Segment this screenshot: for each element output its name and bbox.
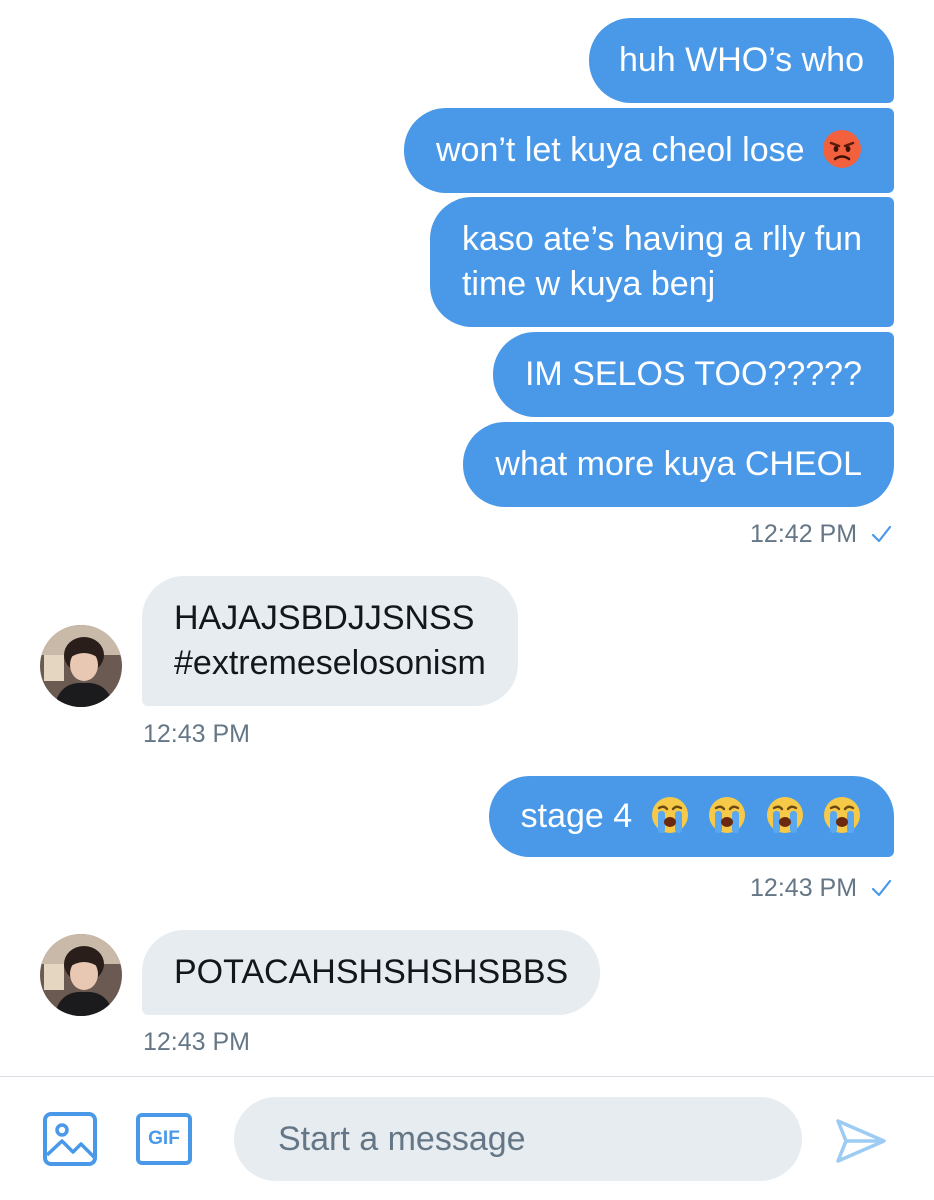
message-line: HAJAJSBDJJSNSS bbox=[174, 599, 475, 637]
loudly-crying-face-icon bbox=[766, 797, 803, 833]
avatar-photo-icon bbox=[40, 934, 122, 1016]
message-line: time w kuya benj bbox=[461, 265, 716, 303]
loudly-crying-face-icon bbox=[824, 797, 860, 833]
timestamp-text: 12:43 PM bbox=[750, 874, 858, 902]
loudly-crying-face-icon bbox=[709, 797, 746, 833]
message-timestamp: 12:43 PM bbox=[750, 874, 892, 903]
message-text: stage 4 bbox=[520, 797, 633, 835]
avatar[interactable] bbox=[40, 625, 122, 707]
outgoing-message[interactable]: what more kuya CHEOL bbox=[463, 422, 894, 507]
message-line: kaso ate’s having a rlly fun bbox=[461, 220, 862, 258]
send-icon[interactable] bbox=[832, 1115, 888, 1167]
outgoing-message[interactable]: won’t let kuya cheol lose bbox=[404, 108, 894, 193]
message-timestamp: 12:43 PM bbox=[143, 1028, 251, 1056]
pouting-face-icon bbox=[823, 130, 861, 168]
timestamp-text: 12:42 PM bbox=[750, 520, 858, 548]
message-timestamp: 12:43 PM bbox=[143, 720, 251, 748]
read-check-icon bbox=[871, 525, 892, 543]
outgoing-message[interactable]: IM SELOS TOO????? bbox=[492, 332, 894, 417]
gif-label: GIF bbox=[148, 1128, 180, 1149]
image-icon[interactable] bbox=[42, 1111, 98, 1167]
message-text: IM SELOS TOO????? bbox=[524, 355, 862, 393]
message-text: huh WHO’s who bbox=[618, 41, 864, 79]
message-text: what more kuya CHEOL bbox=[495, 445, 862, 483]
message-text: POTACAHSHSHSHSBBS bbox=[174, 953, 569, 991]
message-input-placeholder: Start a message bbox=[278, 1120, 526, 1158]
message-timestamp: 12:42 PM bbox=[750, 520, 892, 549]
avatar[interactable] bbox=[40, 934, 122, 1016]
message-text: won’t let kuya cheol lose bbox=[436, 131, 805, 169]
incoming-message[interactable]: POTACAHSHSHSHSBBS bbox=[142, 930, 601, 1015]
loudly-crying-face-icon bbox=[651, 797, 688, 833]
message-thread: huh WHO’s who won’t let kuya cheol lose … bbox=[0, 0, 934, 1076]
message-input[interactable]: Start a message bbox=[234, 1097, 802, 1181]
message-line: #extremeselosonism bbox=[174, 644, 486, 682]
outgoing-message[interactable]: stage 4 bbox=[488, 776, 894, 857]
outgoing-message[interactable]: kaso ate’s having a rlly fun time w kuya… bbox=[429, 197, 894, 327]
avatar-photo-icon bbox=[40, 625, 122, 707]
outgoing-message[interactable]: huh WHO’s who bbox=[588, 18, 894, 103]
gif-icon[interactable]: GIF bbox=[136, 1113, 192, 1165]
message-composer: GIF Start a message bbox=[0, 1076, 934, 1200]
incoming-message[interactable]: HAJAJSBDJJSNSS #extremeselosonism bbox=[142, 576, 518, 706]
read-check-icon bbox=[871, 879, 892, 897]
